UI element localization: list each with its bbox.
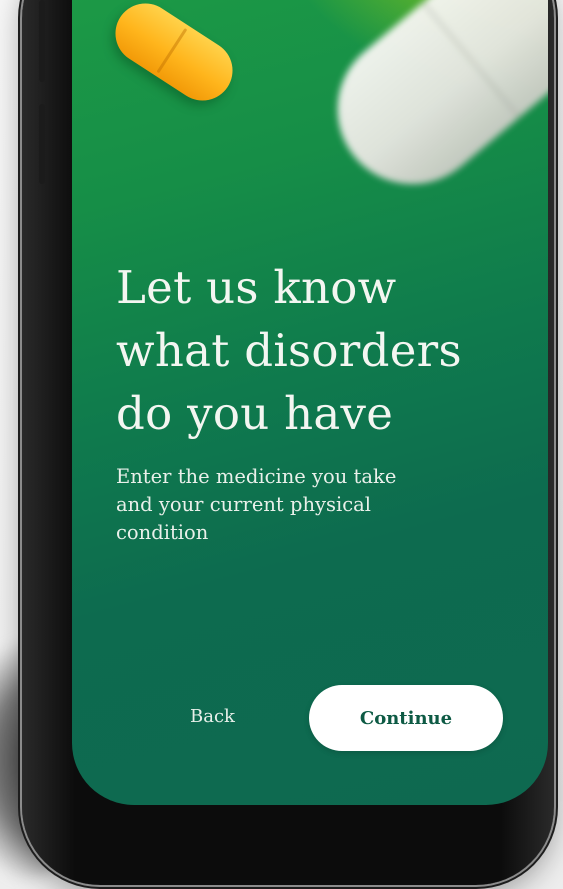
yellow-capsule-illustration [103, 0, 245, 113]
mockup-stage: Let us know what disorders do you have E… [0, 0, 563, 889]
continue-button[interactable]: Continue [309, 685, 503, 751]
onboarding-headline: Let us know what disorders do you have [116, 256, 516, 445]
back-button[interactable]: Back [168, 696, 258, 736]
app-screen: Let us know what disorders do you have E… [72, 0, 548, 805]
subtitle-line-2: and your current physical [116, 493, 372, 516]
onboarding-subtitle: Enter the medicine you take and your cur… [116, 463, 446, 547]
headline-line-3: do you have [116, 387, 394, 440]
phone-frame: Let us know what disorders do you have E… [22, 0, 554, 885]
phone-volume-up-button [39, 0, 45, 82]
headline-line-1: Let us know [116, 261, 397, 314]
headline-line-2: what disorders [116, 324, 462, 377]
subtitle-line-1: Enter the medicine you take [116, 465, 397, 488]
subtitle-line-3: condition [116, 521, 209, 544]
white-capsule-illustration [306, 0, 548, 215]
phone-volume-down-button [39, 104, 45, 184]
